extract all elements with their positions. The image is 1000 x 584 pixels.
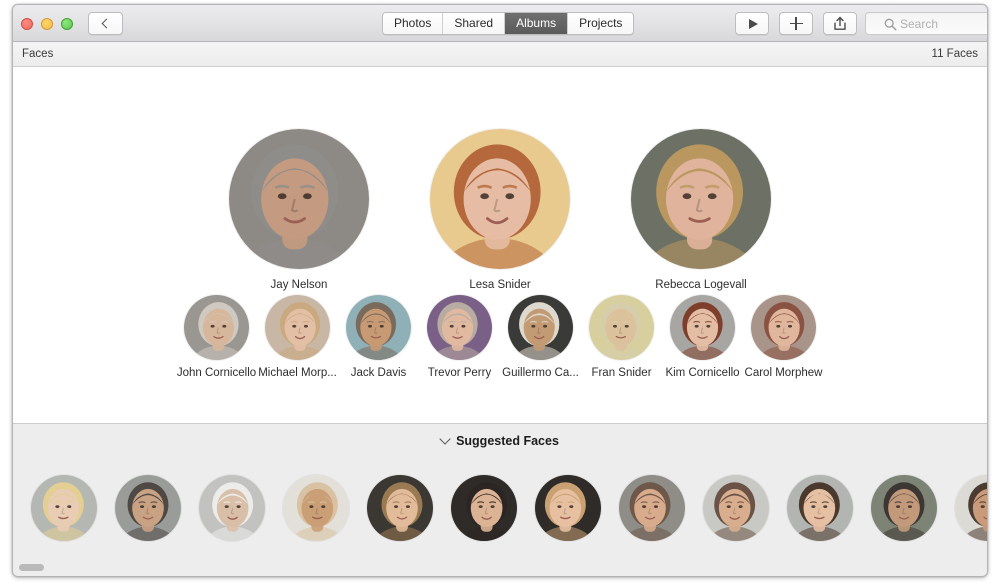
- share-button[interactable]: [823, 12, 857, 35]
- face-thumbnail[interactable]: [631, 129, 771, 269]
- face-thumbnail[interactable]: [508, 295, 573, 360]
- suggested-face-thumbnail[interactable]: [871, 475, 937, 541]
- face-item[interactable]: Carol Morphew: [745, 295, 823, 379]
- search-field[interactable]: Search: [865, 12, 987, 35]
- minimize-button[interactable]: [41, 18, 53, 30]
- play-slideshow-button[interactable]: [735, 12, 769, 35]
- suggested-face-thumbnail[interactable]: [367, 475, 433, 541]
- horizontal-scrollbar[interactable]: [13, 563, 987, 572]
- face-thumbnail[interactable]: [229, 129, 369, 269]
- suggested-face-thumbnail[interactable]: [703, 475, 769, 541]
- face-name-label: Michael Morp...: [258, 367, 337, 379]
- album-title: Faces: [22, 48, 54, 60]
- face-name-label: Jack Davis: [350, 367, 407, 379]
- suggested-faces-toggle[interactable]: Suggested Faces: [13, 424, 987, 458]
- face-thumbnail[interactable]: [670, 295, 735, 360]
- face-thumbnail[interactable]: [430, 129, 570, 269]
- plus-icon: [789, 17, 803, 30]
- suggested-face-thumbnail[interactable]: [451, 475, 517, 541]
- close-button[interactable]: [21, 18, 33, 30]
- face-name-label: Carol Morphew: [744, 367, 823, 379]
- suggested-face-thumbnail[interactable]: [619, 475, 685, 541]
- face-thumbnail[interactable]: [265, 295, 330, 360]
- traffic-lights: [21, 18, 73, 30]
- tab-shared[interactable]: Shared: [443, 13, 506, 34]
- featured-face-item[interactable]: Rebecca Logevall: [629, 129, 774, 291]
- suggested-faces-drawer: Suggested Faces: [13, 423, 987, 576]
- search-input[interactable]: Search: [900, 17, 938, 31]
- search-icon: [884, 18, 897, 31]
- face-item[interactable]: John Cornicello: [177, 295, 256, 379]
- face-name-label: Rebecca Logevall: [655, 279, 747, 291]
- chevron-down-icon[interactable]: [439, 433, 451, 445]
- tab-photos[interactable]: Photos: [383, 13, 444, 34]
- tab-albums[interactable]: Albums: [505, 13, 569, 34]
- suggested-face-thumbnail[interactable]: [115, 475, 181, 541]
- face-item[interactable]: Trevor Perry: [427, 295, 492, 379]
- face-thumbnail[interactable]: [589, 295, 654, 360]
- suggested-faces-strip[interactable]: [13, 458, 987, 558]
- play-icon: [748, 18, 758, 29]
- face-name-label: John Cornicello: [176, 367, 257, 379]
- suggested-face-thumbnail[interactable]: [283, 475, 349, 541]
- face-thumbnail[interactable]: [184, 295, 249, 360]
- tab-projects[interactable]: Projects: [568, 13, 634, 34]
- suggested-face-thumbnail[interactable]: [787, 475, 853, 541]
- face-name-label: Lesa Snider: [469, 279, 531, 291]
- other-faces-row: John Cornicello Michael Morp... Jack Davis…: [13, 295, 987, 379]
- face-thumbnail[interactable]: [427, 295, 492, 360]
- face-item[interactable]: Jack Davis: [346, 295, 411, 379]
- faces-grid: Jay Nelson Lesa Snider Rebecca Logevall Jo…: [13, 67, 987, 423]
- face-name-label: Guillermo Ca...: [502, 367, 579, 379]
- face-item[interactable]: Guillermo Ca...: [502, 295, 579, 379]
- faces-count: 11 Faces: [931, 48, 978, 60]
- face-name-label: Trevor Perry: [427, 367, 492, 379]
- suggested-faces-label: Suggested Faces: [456, 434, 559, 448]
- featured-face-item[interactable]: Lesa Snider: [428, 129, 573, 291]
- face-name-label: Jay Nelson: [270, 279, 328, 291]
- zoom-button[interactable]: [61, 18, 73, 30]
- featured-faces-row: Jay Nelson Lesa Snider Rebecca Logevall: [13, 129, 987, 291]
- face-name-label: Fran Snider: [591, 367, 652, 379]
- album-header-bar: Faces 11 Faces: [13, 42, 987, 67]
- face-thumbnail[interactable]: [751, 295, 816, 360]
- face-name-label: Kim Cornicello: [665, 367, 740, 379]
- scrollbar-thumb[interactable]: [19, 564, 44, 571]
- share-icon: [834, 16, 846, 30]
- add-button[interactable]: [779, 12, 813, 35]
- face-item[interactable]: Michael Morp...: [258, 295, 337, 379]
- face-item[interactable]: Fran Snider: [589, 295, 654, 379]
- featured-face-item[interactable]: Jay Nelson: [227, 129, 372, 291]
- back-button[interactable]: [88, 12, 123, 35]
- suggested-face-thumbnail[interactable]: [31, 475, 97, 541]
- suggested-face-thumbnail[interactable]: [199, 475, 265, 541]
- face-item[interactable]: Kim Cornicello: [665, 295, 740, 379]
- suggested-face-thumbnail[interactable]: [955, 475, 987, 541]
- chevron-left-icon: [101, 18, 112, 29]
- face-thumbnail[interactable]: [346, 295, 411, 360]
- view-segmented-control[interactable]: Photos Shared Albums Projects: [382, 12, 635, 35]
- suggested-face-thumbnail[interactable]: [535, 475, 601, 541]
- photos-window: Photos Shared Albums Projects Search Fac…: [12, 4, 988, 577]
- titlebar: Photos Shared Albums Projects Search: [13, 5, 987, 42]
